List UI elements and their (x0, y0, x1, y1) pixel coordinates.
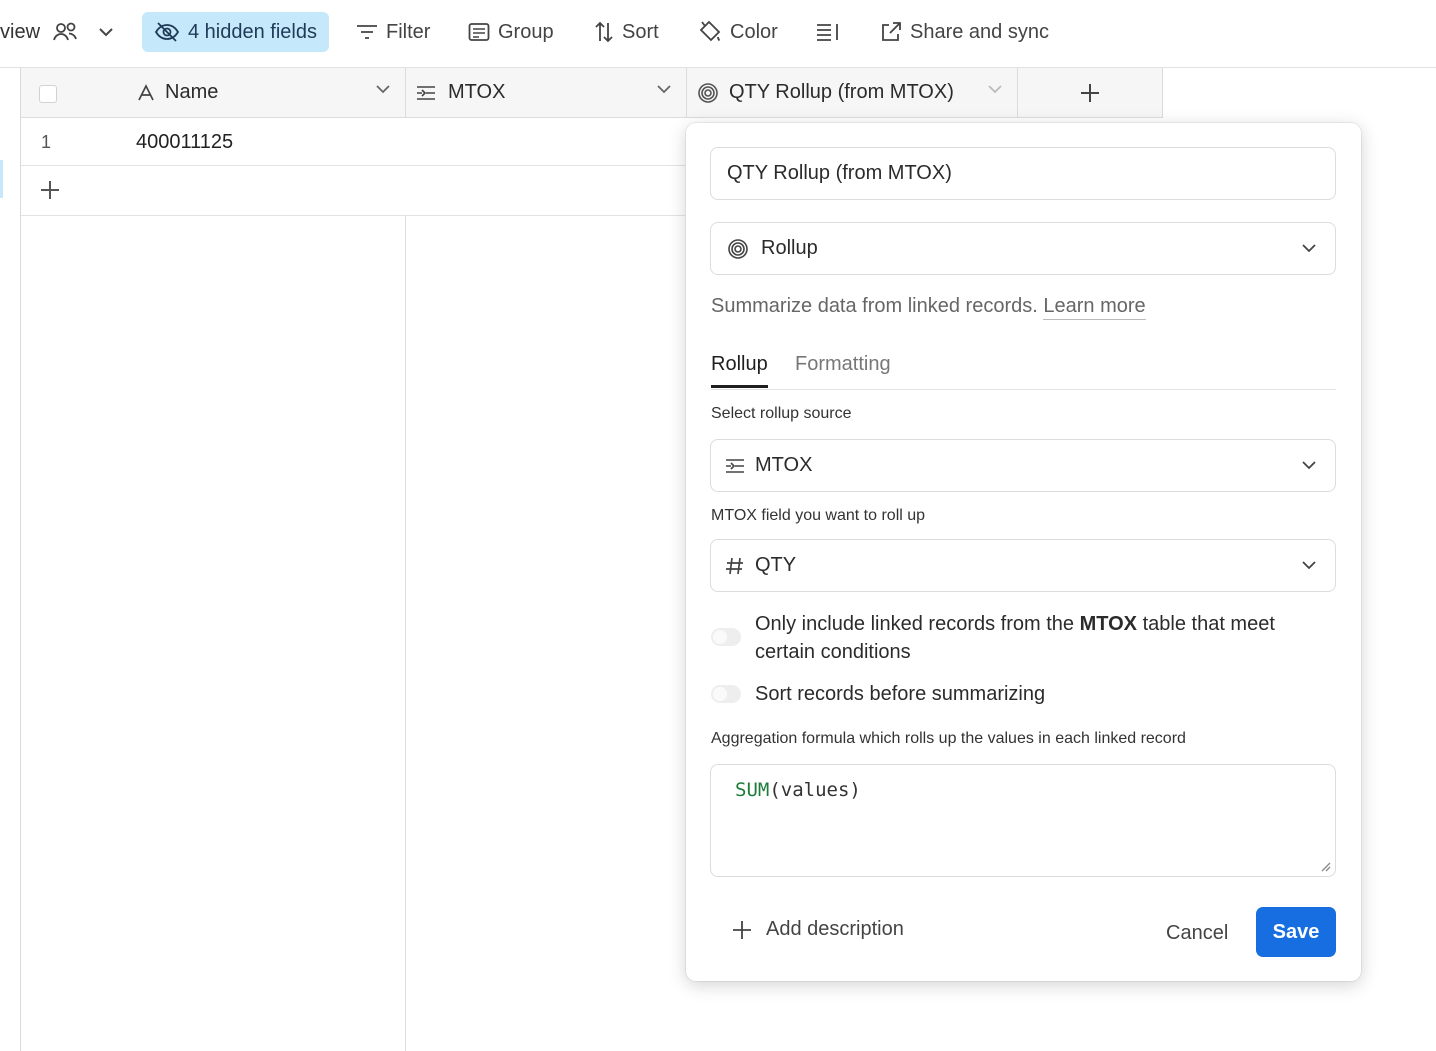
linked-record-icon (417, 85, 435, 100)
chevron-down-icon (1302, 560, 1316, 569)
rollup-source-select[interactable]: MTOX (710, 439, 1336, 492)
column-header-name[interactable]: Name (21, 68, 406, 117)
plus-icon (1081, 83, 1099, 102)
share-label: Share and sync (910, 20, 1049, 43)
tab-rollup[interactable]: Rollup (711, 353, 768, 388)
row-number: 1 (41, 132, 52, 152)
column-header-mtox-label: MTOX (448, 81, 506, 103)
field-type-value: Rollup (761, 237, 818, 259)
color-button[interactable]: Color (698, 12, 778, 52)
rollup-source-label: Select rollup source (711, 405, 852, 422)
hidden-fields-button[interactable]: 4 hidden fields (142, 12, 329, 52)
field-type-description: Summarize data from linked records. Lear… (711, 295, 1146, 320)
plus-icon (733, 920, 751, 939)
field-name-value: QTY Rollup (from MTOX) (727, 162, 952, 184)
row-height-button[interactable] (816, 12, 840, 52)
select-all-checkbox[interactable] (39, 85, 57, 103)
share-and-sync-button[interactable]: Share and sync (880, 12, 1049, 52)
chevron-down-icon (99, 28, 113, 37)
name-cell[interactable]: 400011125 (136, 131, 233, 154)
chevron-down-icon[interactable] (987, 84, 1003, 94)
rollup-icon (698, 82, 718, 103)
text-a-icon (138, 83, 154, 100)
row-selection-accent (0, 160, 3, 198)
column-header-qty-rollup[interactable]: QTY Rollup (from MTOX) (687, 68, 1018, 117)
sort-records-toggle-label: Sort records before summarizing (755, 683, 1046, 705)
grid-header-row: Name MTOX QTY Rollup (from MTOX) (21, 68, 1163, 118)
add-record-row[interactable] (21, 166, 685, 216)
field-config-popover: QTY Rollup (from MTOX) Rollup Summarize … (686, 123, 1361, 981)
table-row[interactable]: 1 400011125 (21, 118, 685, 166)
column-divider (405, 118, 406, 1051)
rollup-field-label: MTOX field you want to roll up (711, 507, 925, 525)
tab-formatting[interactable]: Formatting (795, 353, 891, 388)
linked-record-icon (726, 458, 744, 473)
row-height-icon (817, 24, 838, 41)
chevron-down-icon (1302, 460, 1316, 469)
description-text: Summarize data from linked records. (711, 295, 1038, 317)
plus-icon (41, 181, 59, 199)
hidden-fields-label: 4 hidden fields (188, 20, 317, 43)
sort-records-toggle[interactable] (711, 685, 741, 703)
chevron-down-icon[interactable] (656, 84, 672, 94)
save-button[interactable]: Save (1256, 907, 1336, 957)
rollup-icon (728, 238, 748, 259)
column-header-name-label: Name (165, 81, 219, 103)
field-type-select[interactable]: Rollup (710, 222, 1336, 275)
conditions-toggle[interactable] (711, 628, 741, 646)
learn-more-link[interactable]: Learn more (1043, 295, 1146, 320)
group-label: Group (498, 20, 554, 43)
formula-arguments: (values) (769, 779, 861, 801)
conditions-text-pre: Only include linked records from the (755, 613, 1075, 635)
formula-function: SUM (735, 779, 770, 801)
add-description-button[interactable]: Add description (732, 918, 904, 941)
color-label: Color (730, 20, 778, 43)
view-toolbar: view 4 hidden fields Filter Group Sort C… (0, 0, 1436, 68)
conditions-text-table: MTOX (1079, 613, 1138, 635)
view-switcher[interactable]: view (0, 12, 114, 52)
add-field-button[interactable] (1018, 68, 1163, 117)
eye-slash-icon (154, 22, 180, 42)
paint-bucket-icon (699, 20, 721, 42)
sort-label: Sort (622, 20, 659, 43)
chevron-down-icon[interactable] (375, 84, 391, 94)
aggregation-formula-input[interactable]: SUM(values) (710, 764, 1336, 877)
sort-button[interactable]: Sort (594, 12, 659, 52)
rollup-field-value: QTY (755, 554, 797, 576)
filter-label: Filter (386, 20, 431, 43)
rollup-field-label-suffix: field you want to roll up (761, 507, 926, 524)
group-icon (468, 23, 490, 41)
filter-button[interactable]: Filter (356, 12, 430, 52)
collaborators-icon (53, 22, 77, 41)
number-hash-icon (726, 557, 743, 574)
column-header-mtox[interactable]: MTOX (406, 68, 687, 117)
cancel-button[interactable]: Cancel (1152, 910, 1242, 956)
conditions-toggle-label: Only include linked records from the MTO… (755, 610, 1315, 666)
external-link-icon (882, 22, 901, 41)
filter-icon (357, 25, 377, 39)
field-name-input[interactable]: QTY Rollup (from MTOX) (710, 147, 1336, 200)
aggregation-formula-label: Aggregation formula which rolls up the v… (711, 730, 1186, 747)
resize-handle-icon[interactable] (1319, 860, 1331, 872)
column-header-qty-rollup-label: QTY Rollup (from MTOX) (729, 81, 954, 103)
group-button[interactable]: Group (468, 12, 554, 52)
view-label: view (0, 20, 41, 43)
rollup-source-value: MTOX (755, 454, 813, 476)
sort-icon (595, 21, 613, 43)
add-description-label: Add description (766, 918, 904, 940)
chevron-down-icon (1302, 243, 1316, 252)
config-tabs: Rollup Formatting (711, 353, 1336, 390)
rollup-field-label-prefix: MTOX (711, 507, 757, 524)
rollup-field-select[interactable]: QTY (710, 539, 1336, 592)
